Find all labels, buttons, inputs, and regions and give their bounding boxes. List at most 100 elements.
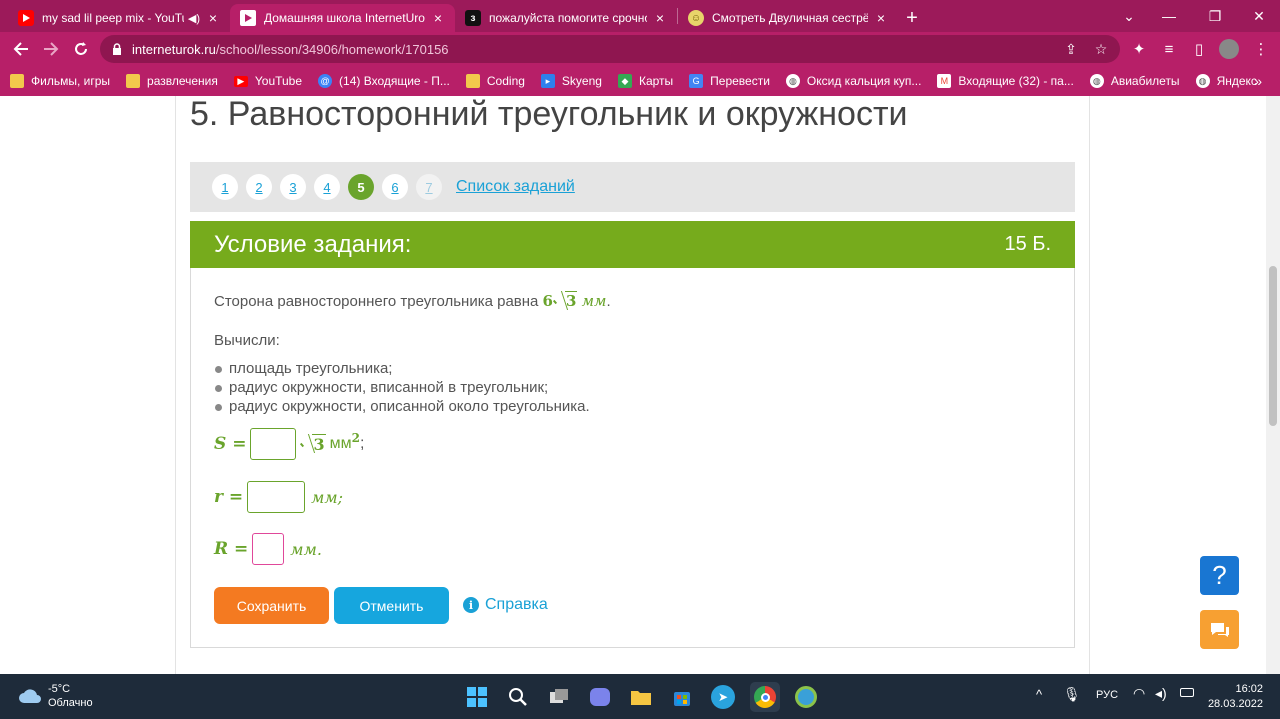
tab-strip: my sad lil peep mix - YouTub ◀) × Домашн… <box>0 0 1280 32</box>
tab-youtube[interactable]: my sad lil peep mix - YouTub ◀) × <box>8 4 230 32</box>
clock[interactable]: 16:02 28.03.2022 <box>1205 682 1263 712</box>
browser-menu-icon[interactable]: ⋮ <box>1246 32 1276 66</box>
scrollbar-thumb[interactable] <box>1269 266 1277 426</box>
youtube-icon <box>18 10 34 26</box>
sqrt-symbol: 3 <box>300 433 326 454</box>
task-7-link[interactable]: 7 <box>416 174 442 200</box>
time: 16:02 <box>1235 683 1263 695</box>
teams-chat-icon[interactable] <box>585 682 615 712</box>
telegram-icon[interactable]: ➤ <box>708 682 738 712</box>
page-scrollbar[interactable] <box>1266 96 1280 674</box>
windows-taskbar: -5°C Облачно ➤ ^ 🎙 РУС ◠ ◂) 16:02 28.03.… <box>0 674 1280 719</box>
close-window-button[interactable]: ✕ <box>1236 0 1280 32</box>
bookmark-youtube[interactable]: ▶ YouTube <box>233 74 302 88</box>
reload-icon <box>75 42 87 55</box>
battery-icon[interactable] <box>1180 688 1194 697</box>
start-windows-icon[interactable] <box>462 682 492 712</box>
circumradius-label: R = <box>214 539 249 559</box>
bookmark-inbox[interactable]: @ (14) Входящие - П... <box>318 74 450 88</box>
help-question-button[interactable]: ? <box>1200 556 1239 595</box>
bookmark-coding[interactable]: Coding <box>465 74 525 88</box>
share-icon[interactable]: ⇪ <box>1058 35 1084 63</box>
restore-button[interactable]: ❐ <box>1192 0 1238 32</box>
minimize-button[interactable]: — <box>1146 0 1192 32</box>
bookmark-translate[interactable]: G Перевести <box>689 74 770 88</box>
bookmark-avia[interactable]: ◍ Авиабилеты <box>1089 74 1180 88</box>
back-button[interactable] <box>6 34 36 64</box>
close-tab-icon[interactable]: × <box>431 10 445 26</box>
close-tab-icon[interactable]: × <box>653 10 667 26</box>
lock-icon[interactable] <box>112 43 122 55</box>
bookmark-entertainment[interactable]: развлечения <box>126 74 218 88</box>
tray-chevron-icon[interactable]: ^ <box>1036 687 1042 702</box>
bookmark-skyeng[interactable]: ▸ Skyeng <box>540 74 602 88</box>
tab-anime[interactable]: ☺ Смотреть Двуличная сестрёнка × <box>678 4 898 32</box>
close-tab-icon[interactable]: × <box>206 10 220 26</box>
globe-icon: ◍ <box>1195 74 1210 88</box>
statement-text: Сторона равностороннего треугольника рав… <box>214 293 543 310</box>
youtube-icon: ▶ <box>233 75 248 87</box>
bookmark-star-icon[interactable]: ☆ <box>1088 35 1114 63</box>
microphone-icon[interactable]: 🎙 <box>1063 686 1081 703</box>
wifi-icon[interactable]: ◠ <box>1133 685 1145 702</box>
bookmark-gmail[interactable]: M Входящие (32) - па... <box>937 74 1074 88</box>
tab-znanija[interactable]: з пожалуйста помогите срочно - × <box>455 4 677 32</box>
compute-label: Вычисли: <box>214 332 280 349</box>
task-6-link[interactable]: 6 <box>382 174 408 200</box>
items-list: площадь треугольника; радиус окружности,… <box>214 359 1054 416</box>
bookmark-yandex[interactable]: ◍ Яндекс <box>1195 74 1257 88</box>
circumradius-input[interactable] <box>252 533 285 565</box>
task-list-link[interactable]: Список заданий <box>456 178 575 196</box>
side-panel-icon[interactable]: ▯ <box>1184 32 1214 66</box>
inradius-input[interactable] <box>247 481 306 513</box>
reload-button[interactable] <box>66 34 96 64</box>
bookmark-maps[interactable]: ◆ Карты <box>617 74 673 88</box>
tab-interneturok[interactable]: Домашняя школа InternetUrok.r × <box>230 4 455 32</box>
bookmarks-overflow-icon[interactable]: » <box>1254 66 1262 96</box>
task-3-link[interactable]: 3 <box>280 174 306 200</box>
condition-heading: Условие задания: <box>214 230 412 258</box>
task-view-icon[interactable] <box>544 682 574 712</box>
globe-app-icon[interactable] <box>791 682 821 712</box>
cancel-button[interactable]: Отменить <box>334 587 449 624</box>
area-input[interactable] <box>250 428 297 460</box>
help-label: Справка <box>485 596 548 613</box>
task-5-current[interactable]: 5 <box>348 174 374 200</box>
sqrt-symbol: 3 <box>553 291 578 310</box>
volume-icon[interactable]: ◂) <box>1155 685 1167 702</box>
folder-icon <box>465 74 480 88</box>
forward-button[interactable] <box>36 34 66 64</box>
extensions-puzzle-icon[interactable]: ✦ <box>1124 32 1154 66</box>
inradius-unit: мм; <box>311 487 344 507</box>
gmail-icon: M <box>937 74 952 88</box>
area-label: S = <box>214 434 247 454</box>
reading-list-icon[interactable]: ≡ <box>1154 32 1184 66</box>
lesson-title: 5. Равносторонний треугольник и окружнос… <box>190 96 908 133</box>
profile-avatar[interactable] <box>1214 32 1244 66</box>
weather-text: Облачно <box>48 697 93 709</box>
close-tab-icon[interactable]: × <box>874 10 888 26</box>
bookmark-calcium-oxide[interactable]: ◍ Оксид кальция куп... <box>785 74 921 88</box>
folder-icon <box>10 74 24 88</box>
task-4-link[interactable]: 4 <box>314 174 340 200</box>
address-bar[interactable]: interneturok.ru/school/lesson/34906/home… <box>100 35 1120 63</box>
task-statement: Сторона равностороннего треугольника рав… <box>214 286 1054 416</box>
new-tab-button[interactable]: + <box>898 4 926 32</box>
chat-button[interactable] <box>1200 610 1239 649</box>
speaker-icon[interactable]: ◀) <box>188 12 200 25</box>
bookmarks-bar: Фильмы, игры развлечения ▶ YouTube @ (14) … <box>0 66 1280 96</box>
maps-icon: ◆ <box>617 74 632 88</box>
save-button[interactable]: Сохранить <box>214 587 329 624</box>
file-explorer-icon[interactable] <box>626 682 656 712</box>
store-icon[interactable] <box>667 682 697 712</box>
weather-widget[interactable]: -5°C Облачно <box>18 682 93 710</box>
task-2-link[interactable]: 2 <box>246 174 272 200</box>
language-indicator[interactable]: РУС <box>1096 689 1118 701</box>
tab-title: Смотреть Двуличная сестрёнка <box>712 11 868 25</box>
task-1-link[interactable]: 1 <box>212 174 238 200</box>
side-radicand: 3 <box>564 291 578 310</box>
search-icon[interactable] <box>503 682 533 712</box>
chrome-icon[interactable] <box>750 682 780 712</box>
help-link[interactable]: i Справка <box>463 596 548 614</box>
bookmark-films[interactable]: Фильмы, игры <box>10 74 110 88</box>
